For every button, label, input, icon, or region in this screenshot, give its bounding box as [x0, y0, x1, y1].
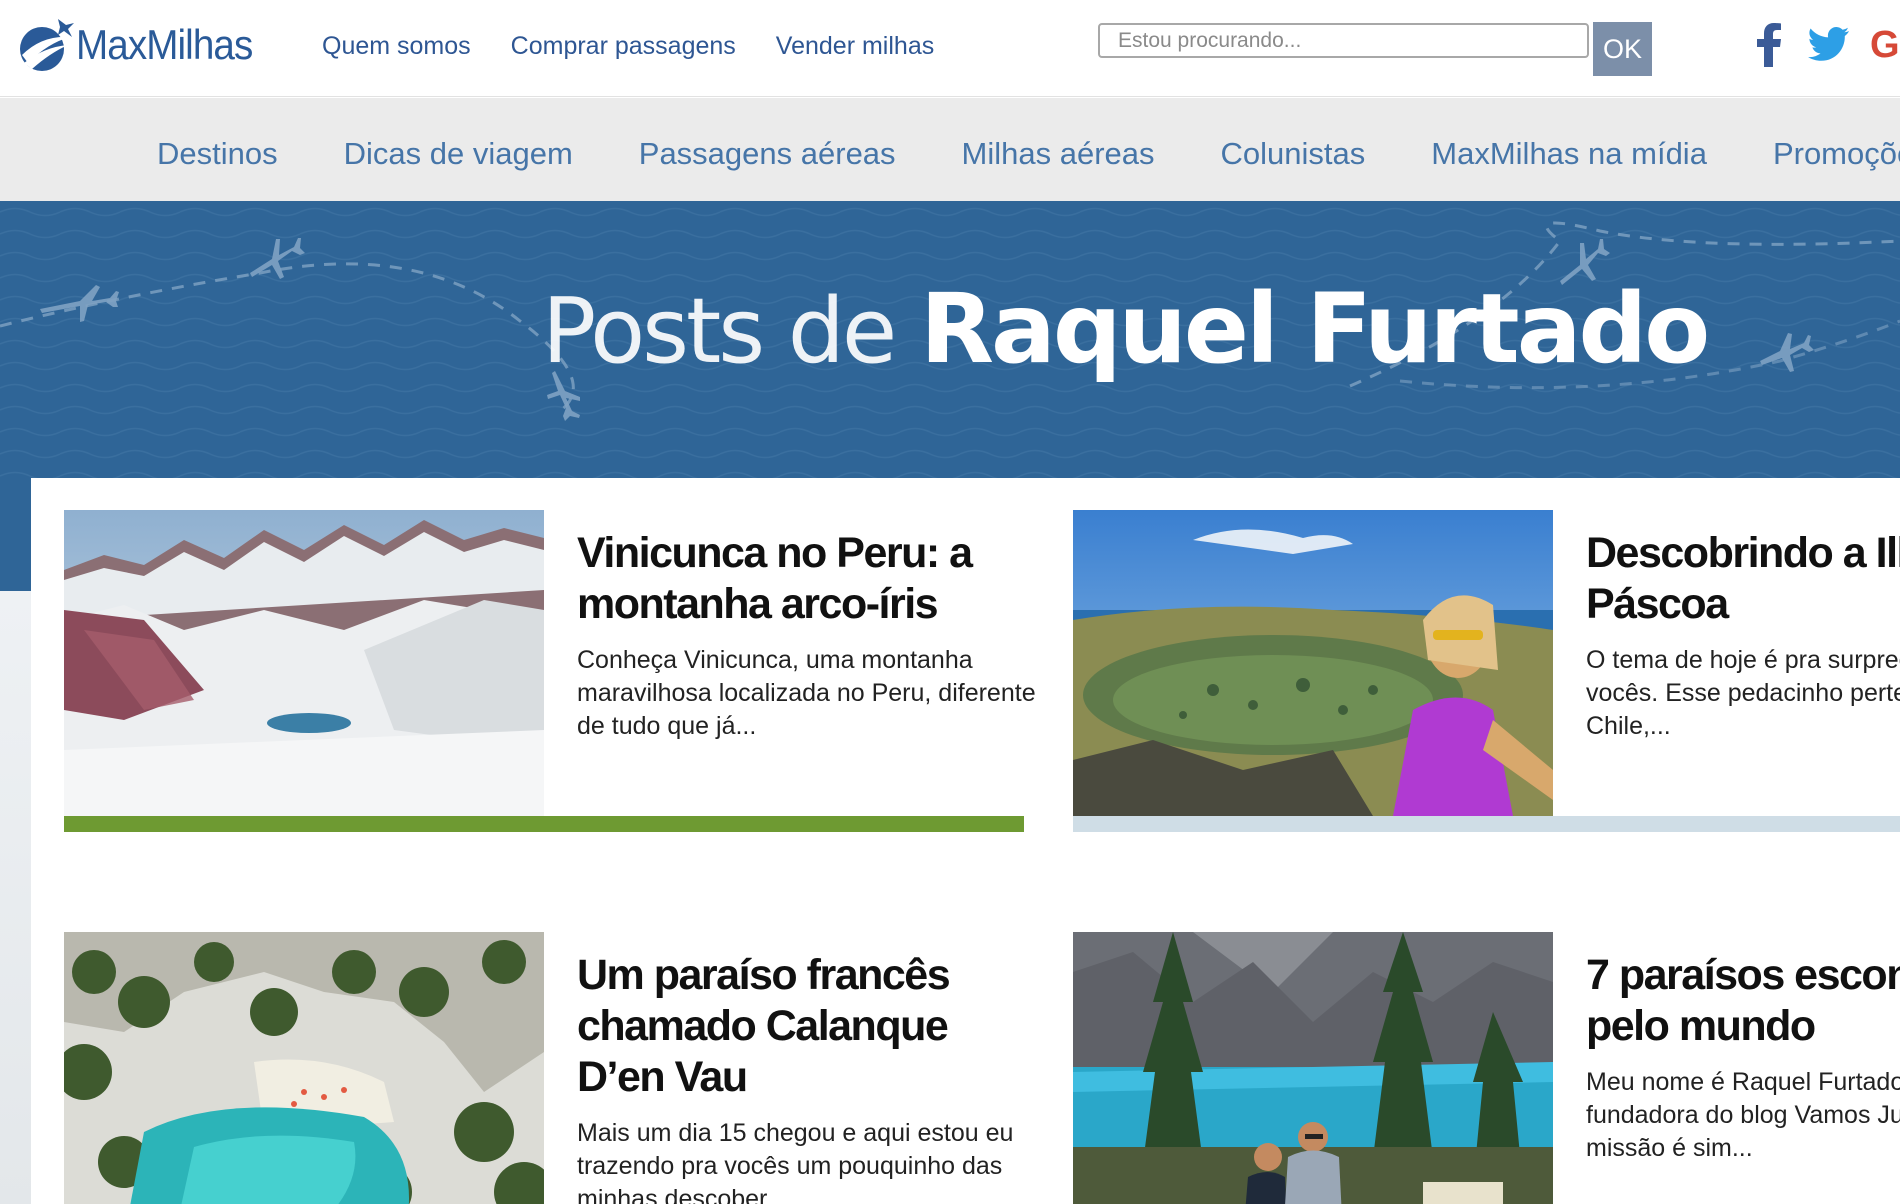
- nav-quem-somos[interactable]: Quem somos: [322, 32, 471, 61]
- maxmilhas-logo-icon: [20, 19, 74, 71]
- post-accent-bar: [1073, 816, 1900, 832]
- search-ok-button[interactable]: OK: [1593, 22, 1652, 76]
- post-title[interactable]: Um paraíso francês chamado Calanque D’en…: [577, 950, 1037, 1103]
- brand-name: MaxMilhas: [76, 21, 253, 68]
- page-title: Posts de Raquel Furtado: [0, 273, 1900, 383]
- calanque-bay-photo-image: [64, 932, 544, 1204]
- post-card[interactable]: Um paraíso francês chamado Calanque D’en…: [64, 932, 1024, 1204]
- facebook-icon: [1757, 23, 1781, 67]
- category-passagens-aereas[interactable]: Passagens aéreas: [639, 136, 896, 172]
- post-thumbnail[interactable]: [64, 510, 544, 816]
- google-plus-icon: G: [1870, 23, 1900, 66]
- page: MaxMilhas Quem somos Comprar passagens V…: [0, 0, 1900, 1204]
- category-nav: Destinos Dicas de viagem Passagens aérea…: [0, 98, 1900, 201]
- post-card[interactable]: Vinicunca no Peru: a montanha arco-íris …: [64, 510, 1036, 840]
- post-excerpt: Meu nome é Raquel Furtado, sou a fundado…: [1586, 1068, 1900, 1162]
- logo[interactable]: MaxMilhas: [14, 10, 268, 80]
- google-plus-link[interactable]: G: [1870, 22, 1900, 68]
- page-side-gutter: [0, 591, 31, 1204]
- twitter-link[interactable]: [1808, 22, 1850, 68]
- mountain-photo-image: [64, 510, 544, 816]
- category-milhas-aereas[interactable]: Milhas aéreas: [962, 136, 1155, 172]
- post-excerpt: Mais um dia 15 chegou e aqui estou eu tr…: [577, 1119, 1014, 1204]
- post-thumbnail[interactable]: [64, 932, 544, 1204]
- post-accent-bar: [64, 816, 1024, 832]
- post-excerpt: Conheça Vinicunca, uma montanha maravilh…: [577, 646, 1036, 740]
- twitter-icon: [1808, 27, 1849, 61]
- category-promocoes[interactable]: Promoções: [1773, 136, 1900, 172]
- post-title[interactable]: Vinicunca no Peru: a montanha arco-íris: [577, 528, 1037, 630]
- category-destinos[interactable]: Destinos: [157, 136, 278, 172]
- category-colunistas[interactable]: Colunistas: [1221, 136, 1366, 172]
- post-thumbnail[interactable]: [1073, 932, 1553, 1204]
- post-title[interactable]: Descobrindo a Ilha de Páscoa: [1586, 528, 1900, 630]
- post-title[interactable]: 7 paraísos escondidos pelo mundo: [1586, 950, 1900, 1052]
- nav-comprar-passagens[interactable]: Comprar passagens: [511, 32, 736, 61]
- page-title-author: Raquel Furtado: [920, 273, 1710, 385]
- lake-couple-photo-image: [1073, 932, 1553, 1204]
- facebook-link[interactable]: [1756, 22, 1782, 68]
- nav-vender-milhas[interactable]: Vender milhas: [776, 32, 934, 61]
- crater-selfie-photo-image: [1073, 510, 1553, 816]
- top-header: MaxMilhas Quem somos Comprar passagens V…: [0, 0, 1900, 97]
- category-maxmilhas-na-midia[interactable]: MaxMilhas na mídia: [1431, 136, 1707, 172]
- post-card[interactable]: 7 paraísos escondidos pelo mundo Meu nom…: [1073, 932, 1900, 1204]
- search-input[interactable]: [1098, 23, 1589, 58]
- post-thumbnail[interactable]: [1073, 510, 1553, 816]
- top-nav: Quem somos Comprar passagens Vender milh…: [322, 32, 934, 61]
- category-dicas-de-viagem[interactable]: Dicas de viagem: [344, 136, 573, 172]
- post-excerpt: O tema de hoje é pra surpreender todos v…: [1586, 646, 1900, 740]
- hero-left-edge: [0, 478, 31, 591]
- page-title-prefix: Posts de: [542, 279, 897, 384]
- post-card[interactable]: Descobrindo a Ilha de Páscoa O tema de h…: [1073, 510, 1900, 840]
